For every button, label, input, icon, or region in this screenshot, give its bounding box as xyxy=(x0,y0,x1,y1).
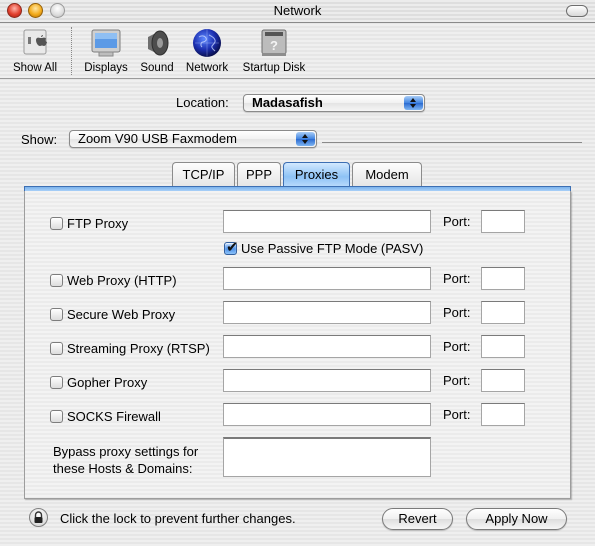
apply-now-button[interactable]: Apply Now xyxy=(466,508,567,530)
ftp-proxy-server-input[interactable] xyxy=(224,211,430,232)
web-proxy-checkbox[interactable] xyxy=(50,274,63,287)
window-title: Network xyxy=(273,3,322,18)
ftp-proxy-label: FTP Proxy xyxy=(67,216,129,231)
toolbar-item-label: Displays xyxy=(84,62,128,74)
show-popup[interactable]: Zoom V90 USB Faxmodem xyxy=(69,130,317,148)
ftp-proxy-port-input[interactable] xyxy=(482,211,524,232)
secure-web-proxy-port-field[interactable] xyxy=(481,301,525,324)
toolbar-item-label: Sound xyxy=(140,62,174,74)
port-label: Port: xyxy=(443,214,471,229)
secure-web-proxy-checkbox[interactable] xyxy=(50,308,63,321)
passive-ftp-checkbox[interactable] xyxy=(224,238,239,256)
location-popup[interactable]: Madasafish xyxy=(243,94,425,112)
streaming-proxy-server-input[interactable] xyxy=(224,336,430,357)
passive-ftp-label: Use Passive FTP Mode (PASV) xyxy=(241,241,424,256)
location-value: Madasafish xyxy=(252,95,323,110)
network-globe-icon xyxy=(190,27,224,59)
gopher-proxy-port-field[interactable] xyxy=(481,369,525,392)
toolbar-item-sound[interactable]: Sound xyxy=(136,27,178,74)
streaming-proxy-checkbox[interactable] xyxy=(50,342,63,355)
tab-tcpip[interactable]: TCP/IP xyxy=(172,162,235,186)
svg-text:?: ? xyxy=(270,38,278,53)
tab-proxies[interactable]: Proxies xyxy=(283,162,350,186)
gopher-proxy-checkbox[interactable] xyxy=(50,376,63,389)
toolbar-item-displays[interactable]: Displays xyxy=(80,27,132,74)
revert-button[interactable]: Revert xyxy=(382,508,453,530)
port-label: Port: xyxy=(443,339,471,354)
toolbar-item-startup-disk[interactable]: ? Startup Disk xyxy=(238,27,310,74)
gopher-proxy-server-input[interactable] xyxy=(224,370,430,391)
socks-firewall-port-input[interactable] xyxy=(482,404,524,425)
ftp-proxy-checkbox[interactable] xyxy=(50,217,63,230)
toolbar-item-network[interactable]: Network xyxy=(182,27,232,74)
lock-button[interactable] xyxy=(29,508,48,527)
web-proxy-server-field[interactable] xyxy=(223,267,431,290)
location-label: Location: xyxy=(176,95,229,110)
popup-arrows-icon xyxy=(404,96,423,110)
displays-icon xyxy=(89,27,123,59)
lock-icon xyxy=(34,511,43,523)
tab-ppp[interactable]: PPP xyxy=(237,162,281,186)
startup-disk-icon: ? xyxy=(257,27,291,59)
port-label: Port: xyxy=(443,305,471,320)
web-proxy-server-input[interactable] xyxy=(224,268,430,289)
socks-firewall-port-field[interactable] xyxy=(481,403,525,426)
port-label: Port: xyxy=(443,271,471,286)
web-proxy-label: Web Proxy (HTTP) xyxy=(67,273,177,288)
toolbar-item-label: Network xyxy=(185,62,229,74)
popup-arrows-icon xyxy=(296,132,315,146)
toolbar-separator xyxy=(71,27,72,75)
ftp-proxy-port-field[interactable] xyxy=(481,210,525,233)
bypass-hosts-textarea[interactable] xyxy=(224,439,430,476)
gopher-proxy-label: Gopher Proxy xyxy=(67,375,148,390)
bypass-label-line2: these Hosts & Domains: xyxy=(53,461,193,476)
secure-web-proxy-port-input[interactable] xyxy=(482,302,524,323)
secure-web-proxy-server-input[interactable] xyxy=(224,302,430,323)
socks-firewall-checkbox[interactable] xyxy=(50,410,63,423)
streaming-proxy-port-field[interactable] xyxy=(481,335,525,358)
socks-firewall-server-input[interactable] xyxy=(224,404,430,425)
port-label: Port: xyxy=(443,407,471,422)
streaming-proxy-label: Streaming Proxy (RTSP) xyxy=(67,341,210,356)
ftp-proxy-server-field[interactable] xyxy=(223,210,431,233)
web-proxy-port-field[interactable] xyxy=(481,267,525,290)
streaming-proxy-server-field[interactable] xyxy=(223,335,431,358)
show-all-icon xyxy=(18,27,52,59)
gopher-proxy-server-field[interactable] xyxy=(223,369,431,392)
bypass-label-line1: Bypass proxy settings for xyxy=(53,444,199,459)
toolbar-item-label: Startup Disk xyxy=(242,62,306,74)
secure-web-proxy-label: Secure Web Proxy xyxy=(67,307,176,322)
tab-modem[interactable]: Modem xyxy=(352,162,422,186)
socks-firewall-server-field[interactable] xyxy=(223,403,431,426)
port-label: Port: xyxy=(443,373,471,388)
show-label: Show: xyxy=(21,132,58,147)
toolbar-item-label: Show All xyxy=(12,62,58,74)
socks-firewall-label: SOCKS Firewall xyxy=(67,409,161,424)
lock-message: Click the lock to prevent further change… xyxy=(60,511,296,526)
bypass-label: Bypass proxy settings for these Hosts & … xyxy=(53,443,198,477)
secure-web-proxy-server-field[interactable] xyxy=(223,301,431,324)
streaming-proxy-port-input[interactable] xyxy=(482,336,524,357)
show-divider xyxy=(322,142,582,143)
sound-icon xyxy=(140,27,174,59)
toolbar-toggle-button[interactable] xyxy=(566,5,588,17)
toolbar-item-show-all[interactable]: Show All xyxy=(6,27,64,74)
bypass-hosts-field[interactable] xyxy=(223,437,431,477)
web-proxy-port-input[interactable] xyxy=(482,268,524,289)
gopher-proxy-port-input[interactable] xyxy=(482,370,524,391)
show-value: Zoom V90 USB Faxmodem xyxy=(78,131,237,146)
